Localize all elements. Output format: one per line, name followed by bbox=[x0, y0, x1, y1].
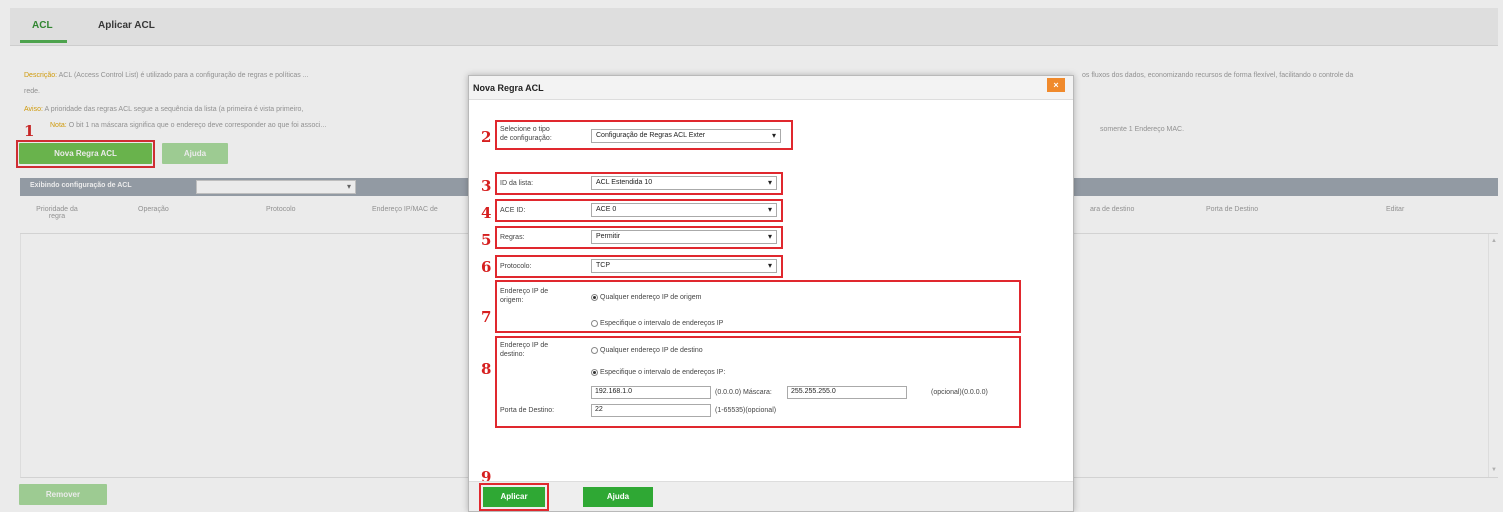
chevron-down-icon: ▾ bbox=[767, 261, 772, 270]
dialog-title: Nova Regra ACL bbox=[473, 83, 544, 93]
dest-port-hint: (1-65535)(opcional) bbox=[715, 407, 777, 414]
annotation-box-8 bbox=[495, 336, 1021, 428]
radio-empty-icon bbox=[591, 347, 598, 354]
chevron-down-icon: ▾ bbox=[767, 178, 772, 187]
list-id-value: ACL Estendida 10 bbox=[596, 179, 653, 186]
annotation-number-8: 8 bbox=[481, 360, 492, 378]
config-type-value: Configuração de Regras ACL Exter bbox=[596, 132, 706, 139]
config-type-select[interactable]: Configuração de Regras ACL Exter ▾ bbox=[591, 129, 781, 143]
protocol-value: TCP bbox=[596, 262, 610, 269]
source-any-label: Qualquer endereço IP de origem bbox=[600, 294, 702, 301]
list-id-label: ID da lista: bbox=[500, 180, 534, 187]
annotation-box-7 bbox=[495, 280, 1021, 333]
ace-id-label: ACE ID: bbox=[500, 207, 526, 214]
annotation-number-3: 3 bbox=[481, 177, 492, 195]
rules-label: Regras: bbox=[500, 234, 525, 241]
dest-mask-hint: (opcional)(0.0.0.0) bbox=[931, 389, 988, 396]
ace-id-select[interactable]: ACE 0 ▾ bbox=[591, 203, 777, 217]
dialog-help-button[interactable]: Ajuda bbox=[583, 487, 653, 507]
dest-ip-input[interactable]: 192.168.1.0 bbox=[591, 386, 711, 399]
dest-ip-hint: (0.0.0.0) Máscara: bbox=[715, 389, 772, 396]
dest-any-label: Qualquer endereço IP de destino bbox=[600, 347, 703, 354]
chevron-down-icon: ▾ bbox=[767, 232, 772, 241]
protocol-label: Protocolo: bbox=[500, 263, 532, 270]
dest-ip-label: Endereço IP de destino: bbox=[500, 342, 549, 358]
radio-empty-icon bbox=[591, 320, 598, 327]
annotation-number-6: 6 bbox=[481, 258, 492, 276]
dest-range-radio[interactable]: Especifique o intervalo de endereços IP: bbox=[591, 369, 725, 376]
radio-selected-icon bbox=[591, 294, 598, 301]
new-acl-rule-dialog: Nova Regra ACL × 2 Selecione o tipo de c… bbox=[468, 75, 1074, 512]
dest-range-label: Especifique o intervalo de endereços IP: bbox=[600, 369, 726, 376]
annotation-number-4: 4 bbox=[481, 204, 492, 222]
close-icon[interactable]: × bbox=[1047, 78, 1065, 92]
annotation-number-7: 7 bbox=[481, 308, 492, 326]
annotation-number-5: 5 bbox=[481, 231, 492, 249]
annotation-box-9 bbox=[479, 483, 549, 511]
radio-selected-icon bbox=[591, 369, 598, 376]
chevron-down-icon: ▾ bbox=[771, 131, 776, 140]
ace-id-value: ACE 0 bbox=[596, 206, 617, 213]
source-any-radio[interactable]: Qualquer endereço IP de origem bbox=[591, 294, 701, 301]
list-id-select[interactable]: ACL Estendida 10 ▾ bbox=[591, 176, 777, 190]
dest-port-input[interactable]: 22 bbox=[591, 404, 711, 417]
chevron-down-icon: ▾ bbox=[767, 205, 772, 214]
protocol-select[interactable]: TCP ▾ bbox=[591, 259, 777, 273]
source-range-label: Especifique o intervalo de endereços IP bbox=[600, 320, 724, 327]
dest-port-label: Porta de Destino: bbox=[500, 407, 555, 414]
rules-value: Permitir bbox=[596, 233, 621, 240]
source-ip-label: Endereço IP de origem: bbox=[500, 288, 549, 304]
source-range-radio[interactable]: Especifique o intervalo de endereços IP bbox=[591, 320, 723, 327]
dialog-header: Nova Regra ACL × bbox=[469, 76, 1073, 100]
dialog-footer: Aplicar Ajuda bbox=[469, 481, 1073, 511]
dest-any-radio[interactable]: Qualquer endereço IP de destino bbox=[591, 347, 703, 354]
annotation-number-2: 2 bbox=[481, 128, 492, 146]
rules-select[interactable]: Permitir ▾ bbox=[591, 230, 777, 244]
config-type-label: Selecione o tipo de configuração: bbox=[500, 126, 552, 142]
dest-mask-input[interactable]: 255.255.255.0 bbox=[787, 386, 907, 399]
